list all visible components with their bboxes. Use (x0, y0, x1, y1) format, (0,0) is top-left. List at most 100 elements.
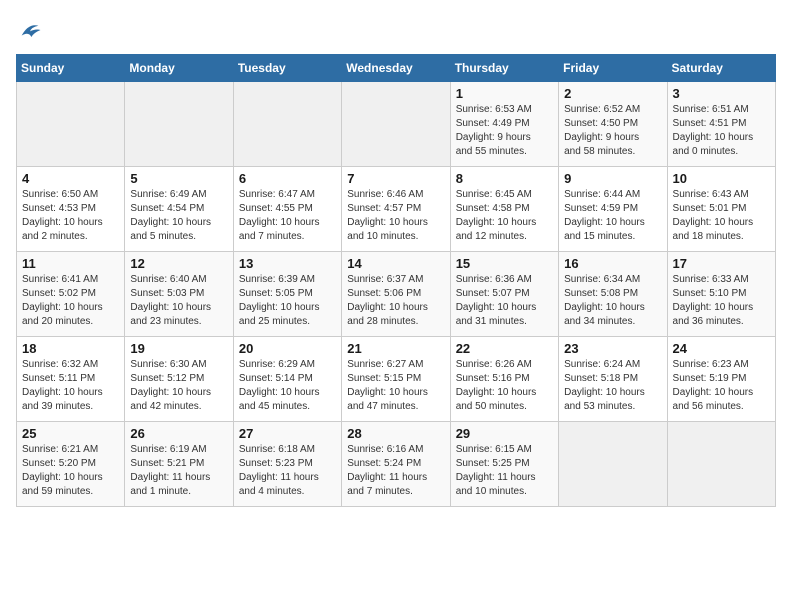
logo-icon (16, 16, 44, 44)
day-number: 13 (239, 256, 336, 271)
calendar-cell (342, 82, 450, 167)
day-info: Sunrise: 6:36 AM Sunset: 5:07 PM Dayligh… (456, 273, 553, 329)
week-row-2: 4 Sunrise: 6:50 AM Sunset: 4:53 PM Daylig… (17, 167, 776, 252)
day-info: Sunrise: 6:50 AM Sunset: 4:53 PM Dayligh… (22, 188, 119, 244)
day-number: 21 (347, 341, 444, 356)
calendar-cell: 21 Sunrise: 6:27 AM Sunset: 5:15 PM Dayli… (342, 337, 450, 422)
day-info: Sunrise: 6:39 AM Sunset: 5:05 PM Dayligh… (239, 273, 336, 329)
day-number: 7 (347, 171, 444, 186)
calendar-cell: 22 Sunrise: 6:26 AM Sunset: 5:16 PM Dayli… (450, 337, 558, 422)
calendar-cell: 26 Sunrise: 6:19 AM Sunset: 5:21 PM Dayli… (125, 422, 233, 507)
day-info: Sunrise: 6:18 AM Sunset: 5:23 PM Dayligh… (239, 443, 336, 499)
day-info: Sunrise: 6:53 AM Sunset: 4:49 PM Dayligh… (456, 103, 553, 159)
day-info: Sunrise: 6:23 AM Sunset: 5:19 PM Dayligh… (673, 358, 770, 414)
day-info: Sunrise: 6:44 AM Sunset: 4:59 PM Dayligh… (564, 188, 661, 244)
day-number: 14 (347, 256, 444, 271)
day-info: Sunrise: 6:46 AM Sunset: 4:57 PM Dayligh… (347, 188, 444, 244)
calendar-cell: 10 Sunrise: 6:43 AM Sunset: 5:01 PM Dayli… (667, 167, 775, 252)
calendar-cell: 11 Sunrise: 6:41 AM Sunset: 5:02 PM Dayli… (17, 252, 125, 337)
day-info: Sunrise: 6:26 AM Sunset: 5:16 PM Dayligh… (456, 358, 553, 414)
calendar-cell: 23Sunrise: 6:24 AM Sunset: 5:18 PM Dayli… (559, 337, 667, 422)
day-number: 4 (22, 171, 119, 186)
day-number: 1 (456, 86, 553, 101)
week-row-3: 11 Sunrise: 6:41 AM Sunset: 5:02 PM Dayli… (17, 252, 776, 337)
calendar-cell: 5 Sunrise: 6:49 AM Sunset: 4:54 PM Daylig… (125, 167, 233, 252)
day-info: Sunrise: 6:40 AM Sunset: 5:03 PM Dayligh… (130, 273, 227, 329)
calendar-cell: 16 Sunrise: 6:34 AM Sunset: 5:08 PM Dayli… (559, 252, 667, 337)
day-info: Sunrise: 6:52 AM Sunset: 4:50 PM Dayligh… (564, 103, 661, 159)
page-header (16, 16, 776, 44)
calendar-cell: 25 Sunrise: 6:21 AM Sunset: 5:20 PM Dayli… (17, 422, 125, 507)
day-number: 29 (456, 426, 553, 441)
calendar-cell: 17 Sunrise: 6:33 AM Sunset: 5:10 PM Dayli… (667, 252, 775, 337)
weekday-header-thursday: Thursday (450, 55, 558, 82)
day-number: 28 (347, 426, 444, 441)
day-number: 8 (456, 171, 553, 186)
calendar-cell: 13 Sunrise: 6:39 AM Sunset: 5:05 PM Dayli… (233, 252, 341, 337)
day-info: Sunrise: 6:41 AM Sunset: 5:02 PM Dayligh… (22, 273, 119, 329)
day-number: 16 (564, 256, 661, 271)
day-info: Sunrise: 6:16 AM Sunset: 5:24 PM Dayligh… (347, 443, 444, 499)
weekday-header-tuesday: Tuesday (233, 55, 341, 82)
calendar-cell: 1 Sunrise: 6:53 AM Sunset: 4:49 PM Daylig… (450, 82, 558, 167)
day-info: Sunrise: 6:51 AM Sunset: 4:51 PM Dayligh… (673, 103, 770, 159)
day-info: Sunrise: 6:19 AM Sunset: 5:21 PM Dayligh… (130, 443, 227, 499)
calendar-cell: 27 Sunrise: 6:18 AM Sunset: 5:23 PM Dayli… (233, 422, 341, 507)
calendar-cell: 6 Sunrise: 6:47 AM Sunset: 4:55 PM Daylig… (233, 167, 341, 252)
calendar-cell: 7 Sunrise: 6:46 AM Sunset: 4:57 PM Daylig… (342, 167, 450, 252)
weekday-header-saturday: Saturday (667, 55, 775, 82)
day-info: Sunrise: 6:21 AM Sunset: 5:20 PM Dayligh… (22, 443, 119, 499)
day-info: Sunrise: 6:37 AM Sunset: 5:06 PM Dayligh… (347, 273, 444, 329)
day-info: Sunrise: 6:24 AM Sunset: 5:18 PM Dayligh… (564, 358, 661, 414)
day-info: Sunrise: 6:33 AM Sunset: 5:10 PM Dayligh… (673, 273, 770, 329)
day-number: 27 (239, 426, 336, 441)
week-row-4: 18 Sunrise: 6:32 AM Sunset: 5:11 PM Dayli… (17, 337, 776, 422)
week-row-5: 25 Sunrise: 6:21 AM Sunset: 5:20 PM Dayli… (17, 422, 776, 507)
day-number: 18 (22, 341, 119, 356)
calendar-cell: 24Sunrise: 6:23 AM Sunset: 5:19 PM Dayli… (667, 337, 775, 422)
calendar-cell: 19Sunrise: 6:30 AM Sunset: 5:12 PM Dayli… (125, 337, 233, 422)
day-info: Sunrise: 6:29 AM Sunset: 5:14 PM Dayligh… (239, 358, 336, 414)
calendar-cell: 15 Sunrise: 6:36 AM Sunset: 5:07 PM Dayli… (450, 252, 558, 337)
day-number: 6 (239, 171, 336, 186)
weekday-header-monday: Monday (125, 55, 233, 82)
day-number: 12 (130, 256, 227, 271)
calendar-cell (125, 82, 233, 167)
calendar-cell: 28 Sunrise: 6:16 AM Sunset: 5:24 PM Dayli… (342, 422, 450, 507)
calendar-cell: 3 Sunrise: 6:51 AM Sunset: 4:51 PM Daylig… (667, 82, 775, 167)
day-info: Sunrise: 6:43 AM Sunset: 5:01 PM Dayligh… (673, 188, 770, 244)
calendar-cell: 14 Sunrise: 6:37 AM Sunset: 5:06 PM Dayli… (342, 252, 450, 337)
day-number: 22 (456, 341, 553, 356)
day-number: 3 (673, 86, 770, 101)
day-info: Sunrise: 6:30 AM Sunset: 5:12 PM Dayligh… (130, 358, 227, 414)
day-info: Sunrise: 6:47 AM Sunset: 4:55 PM Dayligh… (239, 188, 336, 244)
weekday-header-sunday: Sunday (17, 55, 125, 82)
day-number: 15 (456, 256, 553, 271)
calendar-cell: 18 Sunrise: 6:32 AM Sunset: 5:11 PM Dayli… (17, 337, 125, 422)
day-number: 9 (564, 171, 661, 186)
day-number: 25 (22, 426, 119, 441)
calendar-cell (233, 82, 341, 167)
day-info: Sunrise: 6:15 AM Sunset: 5:25 PM Dayligh… (456, 443, 553, 499)
day-info: Sunrise: 6:49 AM Sunset: 4:54 PM Dayligh… (130, 188, 227, 244)
calendar-cell (17, 82, 125, 167)
day-info: Sunrise: 6:32 AM Sunset: 5:11 PM Dayligh… (22, 358, 119, 414)
calendar-table: SundayMondayTuesdayWednesdayThursdayFrid… (16, 54, 776, 507)
day-info: Sunrise: 6:34 AM Sunset: 5:08 PM Dayligh… (564, 273, 661, 329)
day-number: 5 (130, 171, 227, 186)
calendar-cell: 12 Sunrise: 6:40 AM Sunset: 5:03 PM Dayli… (125, 252, 233, 337)
day-number: 2 (564, 86, 661, 101)
day-info: Sunrise: 6:27 AM Sunset: 5:15 PM Dayligh… (347, 358, 444, 414)
calendar-cell (559, 422, 667, 507)
calendar-cell: 20Sunrise: 6:29 AM Sunset: 5:14 PM Dayli… (233, 337, 341, 422)
logo (16, 16, 48, 44)
calendar-cell: 2 Sunrise: 6:52 AM Sunset: 4:50 PM Daylig… (559, 82, 667, 167)
day-number: 10 (673, 171, 770, 186)
day-number: 26 (130, 426, 227, 441)
weekday-header-row: SundayMondayTuesdayWednesdayThursdayFrid… (17, 55, 776, 82)
calendar-cell: 9 Sunrise: 6:44 AM Sunset: 4:59 PM Daylig… (559, 167, 667, 252)
day-number: 11 (22, 256, 119, 271)
day-info: Sunrise: 6:45 AM Sunset: 4:58 PM Dayligh… (456, 188, 553, 244)
calendar-cell (667, 422, 775, 507)
day-number: 17 (673, 256, 770, 271)
